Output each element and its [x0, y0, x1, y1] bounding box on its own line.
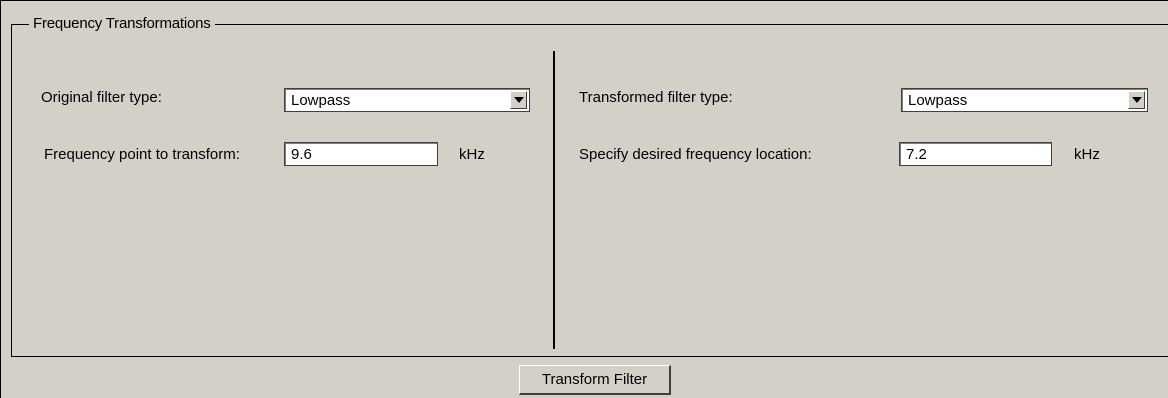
transformed-filter-type-value: Lowpass	[908, 92, 968, 109]
transformed-filter-type-label: Transformed filter type:	[579, 89, 733, 106]
desired-frequency-location-input[interactable]	[899, 142, 1052, 166]
original-filter-type-label: Original filter type:	[41, 89, 162, 106]
desired-frequency-location-unit: kHz	[1074, 146, 1100, 163]
transform-filter-button[interactable]: Transform Filter	[519, 365, 671, 395]
group-title: Frequency Transformations	[29, 14, 215, 34]
frequency-transformations-group	[11, 24, 1168, 357]
desired-frequency-location-label: Specify desired frequency location:	[579, 146, 812, 163]
frequency-point-label: Frequency point to transform:	[44, 146, 240, 163]
original-filter-type-select[interactable]: Lowpass	[284, 88, 530, 112]
frequency-point-unit: kHz	[459, 146, 485, 163]
frequency-point-input[interactable]	[284, 142, 438, 166]
window: Frequency Transformations Original filte…	[0, 0, 1168, 398]
chevron-down-icon[interactable]	[510, 91, 527, 109]
transformed-filter-type-select[interactable]: Lowpass	[901, 88, 1148, 112]
original-filter-type-value: Lowpass	[291, 92, 351, 109]
panel-divider	[553, 51, 555, 349]
chevron-down-icon[interactable]	[1128, 91, 1145, 109]
